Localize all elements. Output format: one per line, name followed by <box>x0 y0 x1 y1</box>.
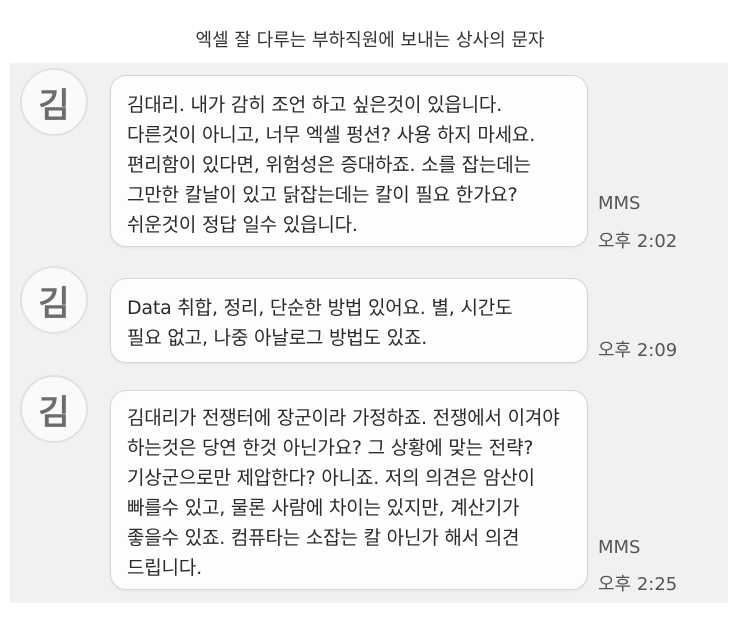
message-text-line: 쉬운것이 정답 일수 있읍니다. <box>127 214 358 236</box>
message-text-line: 빠를수 있고, 물론 사람에 차이는 있지만, 계산기가 <box>127 497 520 519</box>
message-text-line: 드립니다. <box>127 557 202 579</box>
chat-area[interactable]: 김 김대리. 내가 감히 조언 하고 싶은것이 있읍니다. 다른것이 아니고, … <box>10 63 728 603</box>
message-text-line: Data 취합, 정리, 단순한 방법 있어요. 별, 시간도 <box>127 297 513 319</box>
message-text-line: 그만한 칼날이 있고 닭잡는데는 칼이 필요 한가요? <box>127 184 518 206</box>
page-caption: 엑셀 잘 다루는 부하직원에 보내는 상사의 문자 <box>195 30 545 51</box>
avatar[interactable]: 김 <box>20 68 88 136</box>
message-text-line: 필요 없고, 나중 아날로그 방법도 있죠. <box>127 327 428 349</box>
message-text-line: 기상군으로만 제압한다? 아니죠. 저의 의견은 암산이 <box>127 467 535 489</box>
message-text-line: 하는것은 당연 한것 아닌가요? 그 상황에 맞는 전략? <box>127 437 534 459</box>
message-timestamp: 오후 2:25 <box>598 574 678 595</box>
message-bubble[interactable]: Data 취합, 정리, 단순한 방법 있어요. 별, 시간도 필요 없고, 나… <box>110 278 588 363</box>
message-bubble[interactable]: 김대리. 내가 감히 조언 하고 싶은것이 있읍니다. 다른것이 아니고, 너무… <box>110 75 588 247</box>
message-text-line: 김대리. 내가 감히 조언 하고 싶은것이 있읍니다. <box>127 94 503 116</box>
message-text-line: 김대리가 전쟁터에 장군이라 가정하죠. 전쟁에서 이겨야 <box>127 407 560 429</box>
message-bubble[interactable]: 김대리가 전쟁터에 장군이라 가정하죠. 전쟁에서 이겨야 하는것은 당연 한것… <box>110 390 588 590</box>
avatar[interactable]: 김 <box>20 375 88 443</box>
message-timestamp: 오후 2:09 <box>598 340 678 361</box>
message-timestamp: 오후 2:02 <box>598 231 678 252</box>
message-text-line: 다른것이 아니고, 너무 엑셀 펑션? 사용 하지 마세요. <box>127 124 536 146</box>
avatar[interactable]: 김 <box>20 266 88 334</box>
message-text-line: 편리함이 있다면, 위험성은 증대하죠. 소를 잡는데는 <box>127 154 531 176</box>
message-type-label: MMS <box>598 193 641 214</box>
message-type-label: MMS <box>598 537 641 558</box>
message-text-line: 좋을수 있죠. 컴퓨타는 소잡는 칼 아닌가 해서 의견 <box>127 527 520 549</box>
